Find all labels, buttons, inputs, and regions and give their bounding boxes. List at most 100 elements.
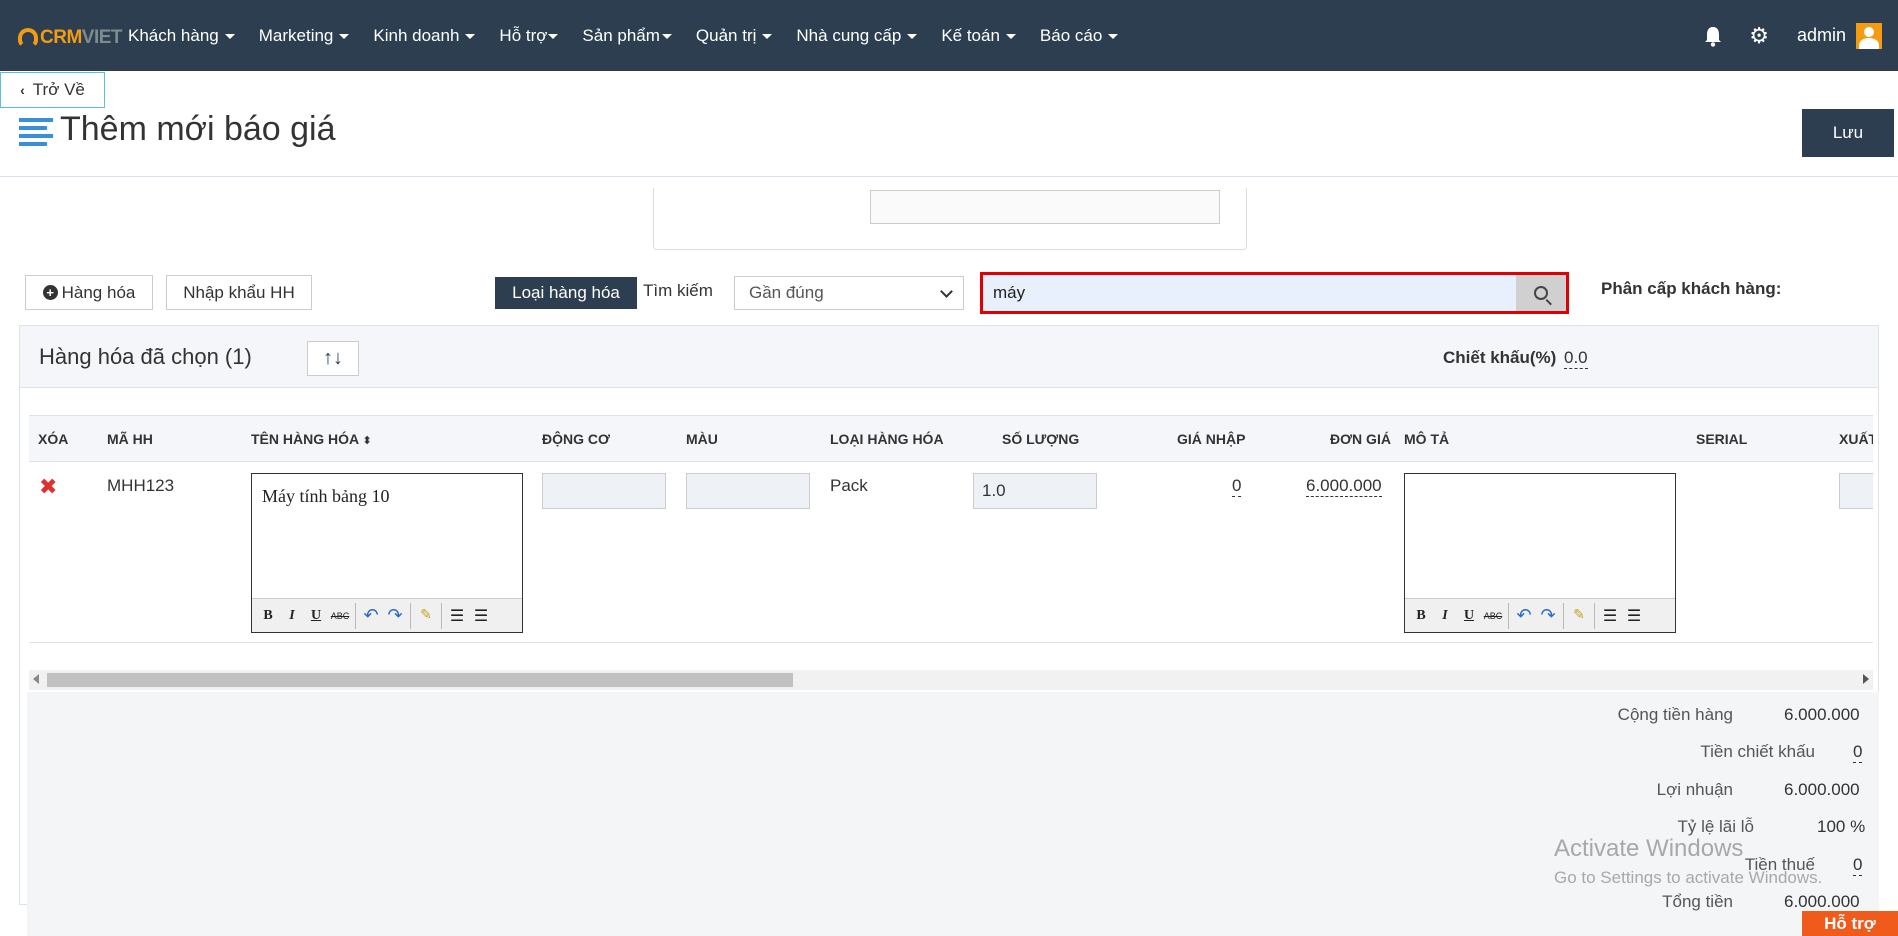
strikethrough-icon[interactable]: ABC [1481, 604, 1505, 628]
unit-price[interactable]: 6.000.000 [1306, 476, 1382, 497]
italic-icon[interactable]: I [280, 604, 304, 628]
main-menu: Khách hàng Marketing Kinh doanh Hỗ trợ S… [128, 0, 1142, 71]
toolbar-separator [441, 602, 442, 629]
bullet-list-icon[interactable]: ☰ [1598, 604, 1622, 628]
underline-icon[interactable]: U [1457, 604, 1481, 628]
color-input[interactable] [686, 473, 810, 509]
user-name[interactable]: admin [1797, 25, 1846, 46]
add-item-button[interactable]: + Hàng hóa [25, 275, 153, 310]
import-price[interactable]: 0 [1232, 476, 1242, 497]
clear-format-icon[interactable]: ✎ [414, 604, 438, 628]
editor-toolbar: B I U ABC ↶ ↷ ✎ ☰ ☰ [252, 598, 522, 632]
bold-icon[interactable]: B [1409, 604, 1433, 628]
user-area: ⚙ admin [1703, 0, 1898, 71]
col-type: LOẠI HÀNG HÓA [830, 431, 944, 447]
strikethrough-icon[interactable]: ABC [328, 604, 352, 628]
redo-icon[interactable]: ↷ [1536, 604, 1560, 628]
search-button[interactable] [1516, 275, 1566, 311]
undo-icon[interactable]: ↶ [1512, 604, 1536, 628]
gear-icon[interactable]: ⚙ [1749, 23, 1769, 49]
engine-input[interactable] [542, 473, 666, 509]
bullet-list-icon[interactable]: ☰ [445, 604, 469, 628]
scroll-right-icon[interactable] [1863, 674, 1869, 684]
margin-label: Tỷ lệ lãi lỗ [1677, 817, 1754, 836]
menu-ke-toan[interactable]: Kế toán [941, 26, 1016, 46]
item-name-text: Máy tính bảng 10 [262, 486, 390, 506]
menu-kinh-doanh[interactable]: Kinh doanh [373, 26, 476, 46]
match-mode-select[interactable]: Gần đúng [734, 276, 964, 310]
horizontal-scrollbar[interactable] [29, 670, 1873, 690]
crmviet-logo[interactable]: CRM VIET [18, 26, 123, 50]
col-quantity: SỐ LƯỢNG [1002, 431, 1080, 447]
caret-down-icon [762, 33, 773, 39]
bell-icon[interactable] [1703, 25, 1723, 47]
numbered-list-icon[interactable]: ☰ [1622, 604, 1646, 628]
import-items-button[interactable]: Nhập khẩu HH [166, 275, 312, 310]
numbered-list-icon[interactable]: ☰ [469, 604, 493, 628]
discount-value[interactable]: 0.0 [1564, 348, 1588, 369]
customer-level-label: Phân cấp khách hàng: [1601, 279, 1782, 298]
toolbar-separator [1508, 602, 1509, 629]
discount-amount-label: Tiền chiết khấu [1700, 742, 1815, 761]
menu-marketing[interactable]: Marketing [259, 26, 350, 46]
note-textarea[interactable] [870, 190, 1220, 224]
search-input[interactable] [983, 275, 1518, 311]
discount-label: Chiết khấu(%) [1443, 348, 1557, 367]
caret-down-icon [1005, 33, 1016, 39]
list-icon [19, 118, 53, 146]
scroll-left-icon[interactable] [33, 674, 39, 684]
discount-amount-value[interactable]: 0 [1853, 742, 1863, 763]
editor-toolbar: B I U ABC ↶ ↷ ✎ ☰ ☰ [1405, 598, 1675, 632]
delete-row-icon[interactable]: ✖ [39, 474, 57, 500]
sort-button[interactable]: ↑↓ [307, 341, 359, 376]
export-input[interactable] [1839, 473, 1873, 509]
item-type-button[interactable]: Loại hàng hóa [495, 277, 637, 309]
avatar[interactable] [1856, 22, 1882, 49]
description-editor[interactable]: B I U ABC ↶ ↷ ✎ ☰ ☰ [1404, 473, 1676, 633]
support-button[interactable]: Hỗ trợ [1802, 911, 1898, 936]
plus-circle-icon: + [42, 285, 58, 300]
search-box [980, 272, 1569, 314]
quantity-input[interactable]: 1.0 [973, 473, 1097, 509]
undo-icon[interactable]: ↶ [359, 604, 383, 628]
panel-title: Hàng hóa đã chọn (1) [39, 344, 252, 369]
menu-san-pham[interactable]: Sản phẩm [582, 26, 672, 46]
menu-khach-hang[interactable]: Khách hàng [128, 26, 235, 46]
back-button[interactable]: ‹ Trở Về [0, 72, 105, 108]
toolbar-separator [1563, 602, 1564, 629]
clear-format-icon[interactable]: ✎ [1567, 604, 1591, 628]
toolbar-separator [355, 602, 356, 629]
total-value: 6.000.000 [1784, 892, 1860, 911]
tax-value[interactable]: 0 [1853, 855, 1863, 876]
search-icon [1534, 286, 1548, 300]
col-import-price: GIÁ NHẬP [1177, 431, 1246, 447]
item-code: MHH123 [107, 476, 175, 495]
toolbar-separator [410, 602, 411, 629]
bold-icon[interactable]: B [256, 604, 280, 628]
menu-bao-cao[interactable]: Báo cáo [1040, 26, 1119, 46]
item-name-editor[interactable]: Máy tính bảng 10 B I U ABC ↶ ↷ ✎ ☰ ☰ [251, 473, 523, 633]
menu-nha-cung-cap[interactable]: Nhà cung cấp [796, 26, 918, 46]
col-export: XUẤT [1839, 431, 1873, 447]
scroll-thumb[interactable] [47, 673, 793, 687]
sort-icon: ⬍ [362, 435, 372, 447]
total-label: Tổng tiền [1662, 892, 1733, 911]
subtotal-label: Cộng tiền hàng [1617, 705, 1733, 724]
col-engine: ĐỘNG CƠ [542, 431, 610, 447]
col-name[interactable]: TÊN HÀNG HÓA ⬍ [251, 431, 372, 447]
items-table: XÓA MÃ HH TÊN HÀNG HÓA ⬍ ĐỘNG CƠ MÀU LOẠ… [29, 415, 1873, 643]
table-header: XÓA MÃ HH TÊN HÀNG HÓA ⬍ ĐỘNG CƠ MÀU LOẠ… [29, 416, 1873, 462]
caret-down-icon [907, 33, 918, 39]
menu-quan-tri[interactable]: Quản trị [696, 26, 773, 46]
caret-down-icon [661, 33, 672, 39]
underline-icon[interactable]: U [304, 604, 328, 628]
page-title: Thêm mới báo giá [60, 110, 336, 148]
redo-icon[interactable]: ↷ [383, 604, 407, 628]
col-code: MÃ HH [107, 431, 153, 447]
panel-header: Hàng hóa đã chọn (1) ↑↓ Chiết khấu(%) 0.… [20, 326, 1878, 388]
menu-ho-tro[interactable]: Hỗ trợ [499, 26, 559, 46]
italic-icon[interactable]: I [1433, 604, 1457, 628]
save-button[interactable]: Lưu [1802, 109, 1894, 157]
item-type: Pack [830, 476, 868, 495]
caret-down-icon [1108, 33, 1119, 39]
